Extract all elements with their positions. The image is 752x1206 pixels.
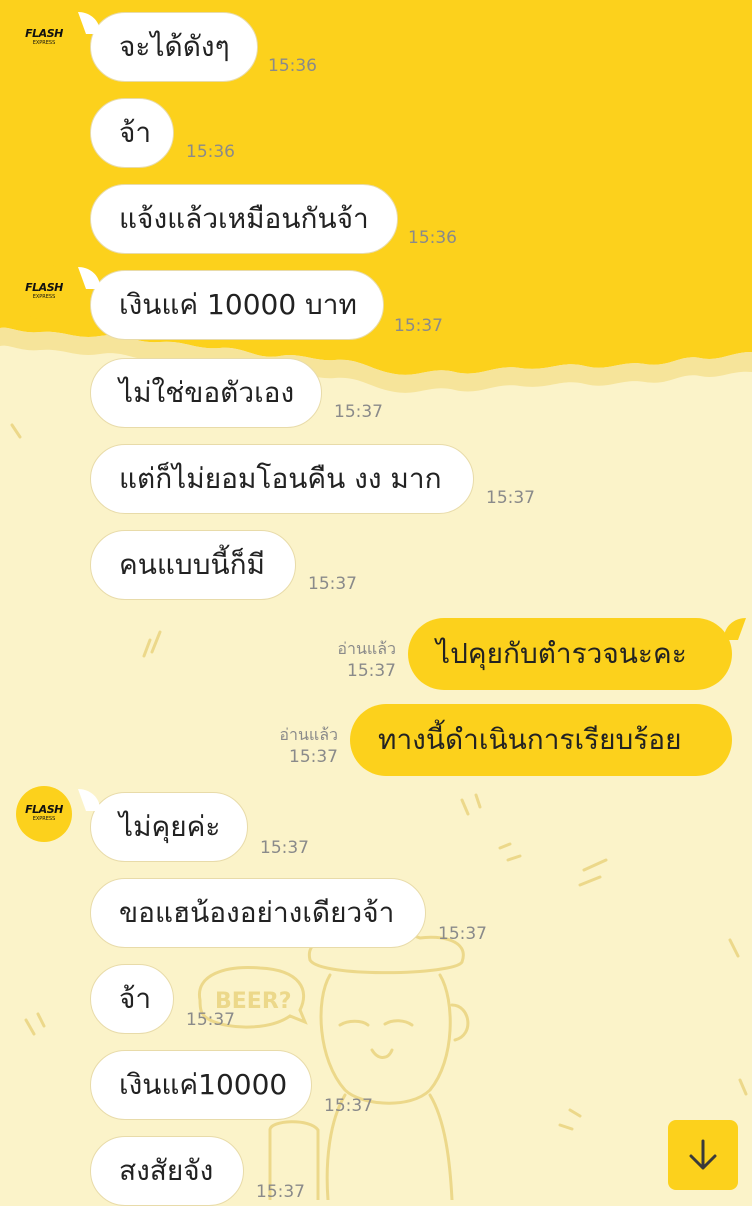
message-time: 15:37 — [347, 661, 396, 681]
read-label: อ่านแล้ว — [279, 725, 338, 744]
message-bubble[interactable]: แต่ก็ไม่ยอมโอนคืน งง มาก — [90, 444, 474, 514]
avatar-brand: FLASH — [25, 281, 63, 294]
scroll-down-button[interactable] — [668, 1120, 738, 1190]
message-text: เงินแค่10000 — [119, 1068, 288, 1101]
message-bubble[interactable]: จ้า — [90, 964, 174, 1034]
message-text: สงสัยจัง — [119, 1154, 214, 1187]
contact-avatar[interactable]: FLASH EXPRESS — [16, 10, 72, 66]
contact-avatar[interactable]: FLASH EXPRESS — [16, 264, 72, 320]
avatar-sub: EXPRESS — [32, 294, 56, 300]
message-bubble-outgoing[interactable]: ไปคุยกับตำรวจนะคะ — [408, 618, 732, 690]
message-time: 15:37 — [486, 488, 535, 508]
message-text: จ้า — [119, 116, 152, 149]
message-time: 15:37 — [289, 747, 338, 767]
message-text: เงินแค่ 10000 บาท — [119, 288, 357, 321]
message-text: ไปคุยกับตำรวจนะคะ — [436, 637, 687, 670]
message-text: คนแบบนี้ก็มี — [119, 548, 266, 581]
message-bubble-outgoing[interactable]: ทางนี้ดำเนินการเรียบร้อย — [350, 704, 732, 776]
message-bubble[interactable]: สงสัยจัง — [90, 1136, 244, 1206]
avatar-brand: FLASH — [25, 27, 63, 40]
message-text: ไม่ใช่ขอตัวเอง — [119, 376, 295, 409]
message-time: 15:37 — [308, 574, 357, 594]
message-bubble[interactable]: จะได้ดังๆ — [90, 12, 258, 82]
message-time: 15:37 — [260, 838, 309, 858]
contact-avatar[interactable]: FLASH EXPRESS — [16, 786, 72, 842]
message-text: จะได้ดังๆ — [119, 30, 230, 63]
message-bubble[interactable]: ไม่ใช่ขอตัวเอง — [90, 358, 322, 428]
message-bubble[interactable]: แจ้งแล้วเหมือนกันจ้า — [90, 184, 398, 254]
message-bubble[interactable]: ไม่คุยค่ะ — [90, 792, 248, 862]
message-bubble[interactable]: เงินแค่10000 — [90, 1050, 312, 1120]
message-time: 15:37 — [256, 1182, 305, 1202]
message-text: แต่ก็ไม่ยอมโอนคืน งง มาก — [119, 462, 442, 495]
arrow-down-icon — [689, 1139, 717, 1170]
message-time: 15:36 — [408, 228, 457, 248]
message-time: 15:37 — [394, 316, 443, 336]
read-receipt: อ่านแล้ว 15:37 — [264, 724, 338, 768]
bubble-tail — [78, 12, 100, 34]
message-time: 15:36 — [186, 142, 235, 162]
avatar-sub: EXPRESS — [32, 816, 56, 822]
message-time: 15:37 — [334, 402, 383, 422]
message-time: 15:37 — [186, 1010, 235, 1030]
message-bubble[interactable]: ขอแฮน้องอย่างเดียวจ้า — [90, 878, 426, 948]
message-text: จ้า — [119, 982, 152, 1015]
message-text: ทางนี้ดำเนินการเรียบร้อย — [378, 723, 682, 756]
message-bubble[interactable]: เงินแค่ 10000 บาท — [90, 270, 384, 340]
message-time: 15:37 — [438, 924, 487, 944]
avatar-brand: FLASH — [25, 803, 63, 816]
message-bubble[interactable]: คนแบบนี้ก็มี — [90, 530, 296, 600]
message-bubble[interactable]: จ้า — [90, 98, 174, 168]
message-text: ขอแฮน้องอย่างเดียวจ้า — [119, 896, 395, 929]
avatar-sub: EXPRESS — [32, 40, 56, 46]
bubble-tail — [78, 789, 100, 811]
read-receipt: อ่านแล้ว 15:37 — [322, 638, 396, 682]
message-time: 15:36 — [268, 56, 317, 76]
message-text: ไม่คุยค่ะ — [119, 810, 221, 843]
read-label: อ่านแล้ว — [337, 639, 396, 658]
message-text: แจ้งแล้วเหมือนกันจ้า — [119, 202, 369, 235]
message-time: 15:37 — [324, 1096, 373, 1116]
bubble-tail — [78, 267, 100, 289]
bubble-tail — [724, 618, 746, 640]
